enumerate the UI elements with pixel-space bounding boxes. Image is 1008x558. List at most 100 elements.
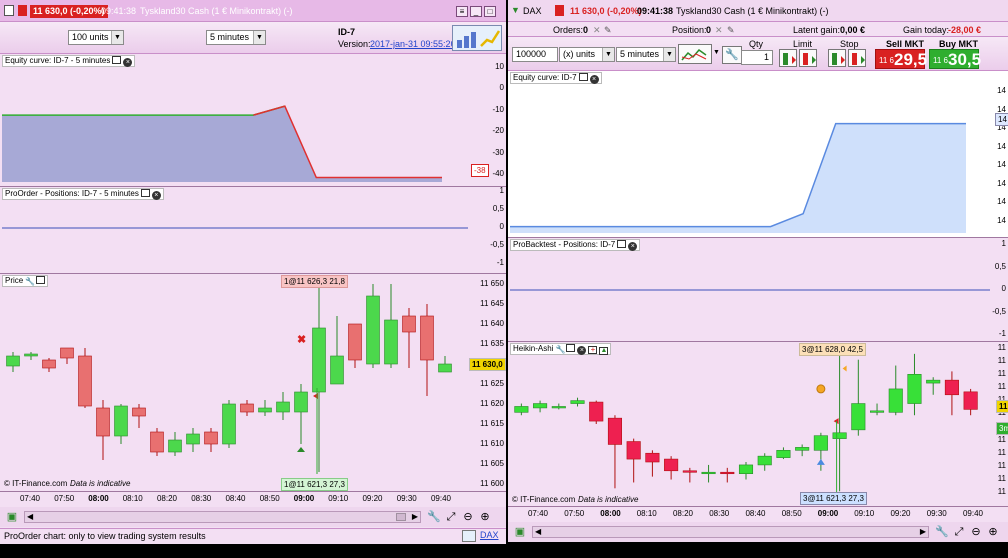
arrow-up-icon[interactable]: ▲ [599, 347, 609, 355]
minimize-icon[interactable]: _ [470, 6, 482, 17]
status-text: ProOrder chart: only to view trading sys… [4, 531, 206, 541]
stop-buy-button[interactable] [828, 49, 846, 67]
zoom-out-icon[interactable]: ⊖ [461, 510, 475, 524]
qty-input[interactable]: 1 [741, 50, 773, 65]
close-icon[interactable]: × [123, 58, 133, 67]
close-orders-icon[interactable]: ✕ [593, 24, 601, 36]
heikin-ashi-title-text: Heikin-Ashi [513, 344, 554, 353]
scroll-right-icon[interactable]: ▶ [920, 527, 926, 536]
interval-select[interactable]: 5 minutes ▼ [616, 47, 676, 62]
sell-marker [833, 418, 839, 425]
qty-input-value: 1 [763, 52, 769, 62]
horizontal-scrollbar[interactable]: ◀ ▶ [24, 511, 421, 523]
candle-body [258, 407, 272, 413]
equity-panel-title: Equity curve: ID-7 × [510, 72, 602, 84]
equity-curve-chart [2, 105, 442, 182]
picture-icon[interactable]: ▣ [5, 510, 19, 524]
wrench-icon[interactable]: 🔧 [555, 345, 565, 354]
system-chart-icon[interactable] [452, 25, 502, 51]
equity-panel-title: Equity curve: ID-7 - 5 minutes × [2, 55, 136, 67]
candle-body [832, 432, 847, 439]
close-icon[interactable]: × [589, 75, 599, 84]
zoom-fit-icon[interactable]: ⤢ [952, 525, 966, 539]
sell-price-small: 11 6 [879, 56, 894, 65]
order-tag-bottom: 3@11 621,3 27,3 [800, 492, 867, 505]
wrench-icon[interactable]: 🔧 [427, 510, 441, 524]
chevron-down-icon: ▼ [253, 31, 265, 44]
window-icon[interactable] [112, 56, 122, 64]
x-tick-label: 07:50 [54, 494, 75, 503]
version-link[interactable]: 2017-jan-31 09:55:20 [370, 38, 456, 50]
buy-arrow-icon [297, 447, 305, 452]
zoom-in-icon[interactable]: ⊕ [986, 525, 1000, 539]
buy-price-big: 30,5 [948, 50, 982, 69]
scroll-right-icon[interactable]: ▶ [412, 512, 418, 521]
y-tick-label: 11 645 [480, 299, 504, 308]
close-icon[interactable]: × [577, 346, 587, 355]
edit-orders-icon[interactable]: ✎ [604, 24, 612, 36]
order-tag-top: 1@11 626,3 21,8 [281, 275, 348, 288]
maximize-icon[interactable]: □ [484, 6, 496, 17]
window-icon[interactable] [617, 240, 627, 248]
sell-price-big: 29,5 [894, 50, 928, 69]
wrench-icon[interactable]: 🔧 [935, 525, 949, 539]
x-tick-label: 08:40 [745, 509, 766, 518]
wrench-icon[interactable]: 🔧 [25, 277, 35, 286]
y-tick-label: -0,5 [992, 306, 1006, 316]
candle-body [186, 433, 200, 445]
window-icon[interactable] [462, 530, 476, 542]
close-icon[interactable]: × [151, 191, 161, 200]
scroll-thumb[interactable] [396, 513, 406, 521]
y-tick-label: 11 [997, 487, 1006, 496]
window-icon[interactable] [566, 344, 576, 352]
close-icon[interactable]: × [628, 242, 638, 251]
chevron-down-icon: ▼ [663, 48, 675, 61]
zoom-out-icon[interactable]: ⊖ [969, 525, 983, 539]
picture-icon[interactable]: ▣ [513, 525, 527, 539]
candle-body [926, 379, 941, 384]
scroll-left-icon[interactable]: ◀ [27, 512, 33, 521]
wrench-icon[interactable]: 🔧 [722, 46, 742, 64]
account-header: Orders: 0 ✕ ✎ Position: 0 ✕ ✎ Latent gai… [508, 22, 1008, 37]
y-tick-label: 11 600 [480, 479, 504, 488]
zoom-in-icon[interactable]: ⊕ [478, 510, 492, 524]
orders-value: 0 [583, 25, 589, 35]
menu-icon[interactable]: ≡ [456, 6, 468, 17]
x-tick-label: 09:30 [926, 509, 947, 518]
window-icon[interactable] [578, 73, 588, 81]
x-tick-label: 08:50 [259, 494, 280, 503]
candle-body [757, 455, 772, 466]
candle-body [907, 374, 922, 404]
close-position-icon[interactable]: ✕ [715, 24, 723, 36]
chevron-down-icon[interactable]: ▼ [713, 49, 720, 56]
size-select-value: 100 units [72, 32, 109, 42]
dax-link[interactable]: DAX [480, 530, 504, 542]
x-tick-label: 08:20 [156, 494, 178, 503]
candle-body [240, 403, 254, 413]
edit-position-icon[interactable]: ✎ [727, 24, 735, 36]
market-status-icon [555, 5, 564, 16]
limit-sell-button[interactable] [799, 49, 817, 67]
candle-body [607, 417, 622, 445]
indicator-chart-icon[interactable] [678, 44, 712, 64]
window-icon[interactable] [36, 276, 46, 284]
capital-input[interactable]: 100000 [512, 47, 558, 62]
zoom-fit-icon[interactable]: ⤢ [444, 510, 458, 524]
positions-panel-title: ProBacktest - Positions: ID-7 × [510, 239, 641, 251]
sell-market-button[interactable]: 11 6 29,5 [875, 49, 928, 69]
add-indicator-icon[interactable]: + [588, 346, 598, 354]
y-tick-label: 11 [997, 460, 1006, 470]
stop-sell-button[interactable] [848, 49, 866, 67]
interval-select[interactable]: 5 minutes ▼ [206, 30, 266, 45]
horizontal-scrollbar[interactable]: ◀ ▶ [532, 526, 929, 538]
units-select[interactable]: (x) units ▼ [559, 47, 615, 62]
limit-buy-button[interactable] [779, 49, 797, 67]
window-icon[interactable] [140, 189, 150, 197]
heikin-ashi-chart [514, 353, 978, 492]
candle-body [366, 295, 380, 365]
chevron-down-icon: ▼ [111, 31, 123, 44]
size-select[interactable]: 100 units ▼ [68, 30, 124, 45]
current-price-tag: 11 [996, 400, 1008, 413]
buy-market-button[interactable]: 11 6 30,5 [929, 49, 982, 69]
scroll-left-icon[interactable]: ◀ [535, 527, 541, 536]
